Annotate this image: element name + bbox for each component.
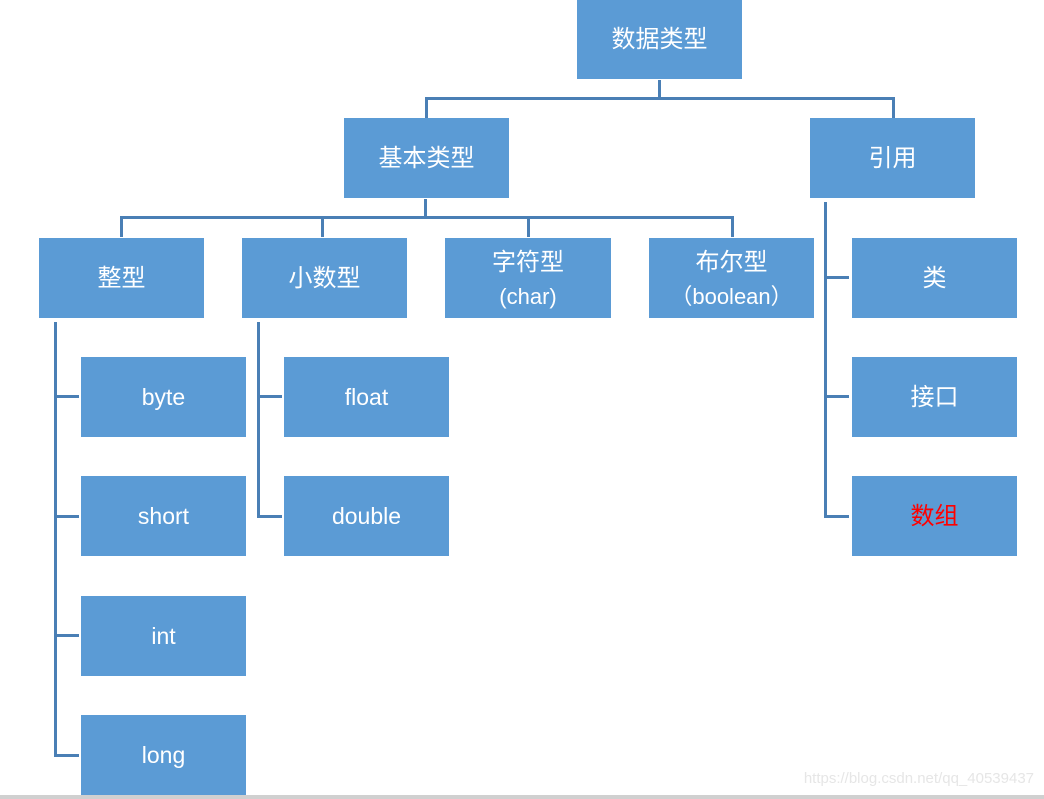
node-integer: 整型 — [39, 238, 204, 318]
watermark: https://blog.csdn.net/qq_40539437 — [803, 770, 1034, 787]
node-label: long — [141, 741, 186, 768]
connector-line — [425, 97, 895, 100]
connector-line — [257, 322, 260, 518]
connector-line — [54, 322, 57, 757]
node-label: 布尔型 — [695, 247, 768, 276]
node-label: 数据类型 — [611, 25, 708, 54]
node-label: 数组 — [910, 501, 959, 530]
node-int: int — [81, 596, 246, 676]
node-label: 基本类型 — [378, 143, 475, 172]
connector-line — [527, 216, 530, 237]
connector-line — [731, 216, 734, 237]
node-label: 接口 — [910, 382, 959, 411]
node-array: 数组 — [852, 476, 1017, 556]
node-label: float — [344, 383, 389, 410]
footer-divider — [0, 795, 1044, 799]
connector-line — [54, 634, 79, 637]
node-reference: 引用 — [810, 118, 975, 198]
node-float: float — [284, 357, 449, 437]
node-label: 字符型 — [492, 247, 564, 276]
node-label: 类 — [922, 263, 947, 292]
node-byte: byte — [81, 357, 246, 437]
node-label: 小数型 — [288, 263, 361, 292]
connector-line — [658, 80, 661, 98]
node-sublabel: (char) — [499, 283, 557, 309]
connector-line — [424, 199, 427, 217]
node-decimal: 小数型 — [242, 238, 407, 318]
connector-line — [824, 395, 849, 398]
connector-line — [54, 395, 79, 398]
node-double: double — [284, 476, 449, 556]
connector-line — [54, 754, 79, 757]
node-label: double — [331, 502, 402, 529]
node-boolean: 布尔型 （boolean） — [649, 238, 814, 318]
connector-line — [257, 515, 282, 518]
connector-line — [120, 216, 123, 237]
connector-line — [892, 97, 895, 118]
connector-line — [425, 97, 428, 118]
connector-line — [824, 276, 849, 279]
node-data-types: 数据类型 — [577, 0, 742, 79]
node-short: short — [81, 476, 246, 556]
node-label: int — [151, 622, 176, 649]
connector-line — [321, 216, 324, 237]
connector-line — [54, 515, 79, 518]
node-long: long — [81, 715, 246, 795]
connector-line — [824, 202, 827, 518]
node-label: 引用 — [868, 143, 917, 172]
node-label: byte — [141, 383, 186, 410]
connector-line — [824, 515, 849, 518]
node-basic-types: 基本类型 — [344, 118, 509, 198]
node-class: 类 — [852, 238, 1017, 318]
node-label: short — [137, 502, 190, 529]
node-label: 整型 — [97, 263, 146, 292]
node-interface: 接口 — [852, 357, 1017, 437]
connector-line — [120, 216, 734, 219]
connector-line — [257, 395, 282, 398]
node-sublabel: （boolean） — [670, 283, 793, 309]
node-char: 字符型 (char) — [445, 238, 611, 318]
